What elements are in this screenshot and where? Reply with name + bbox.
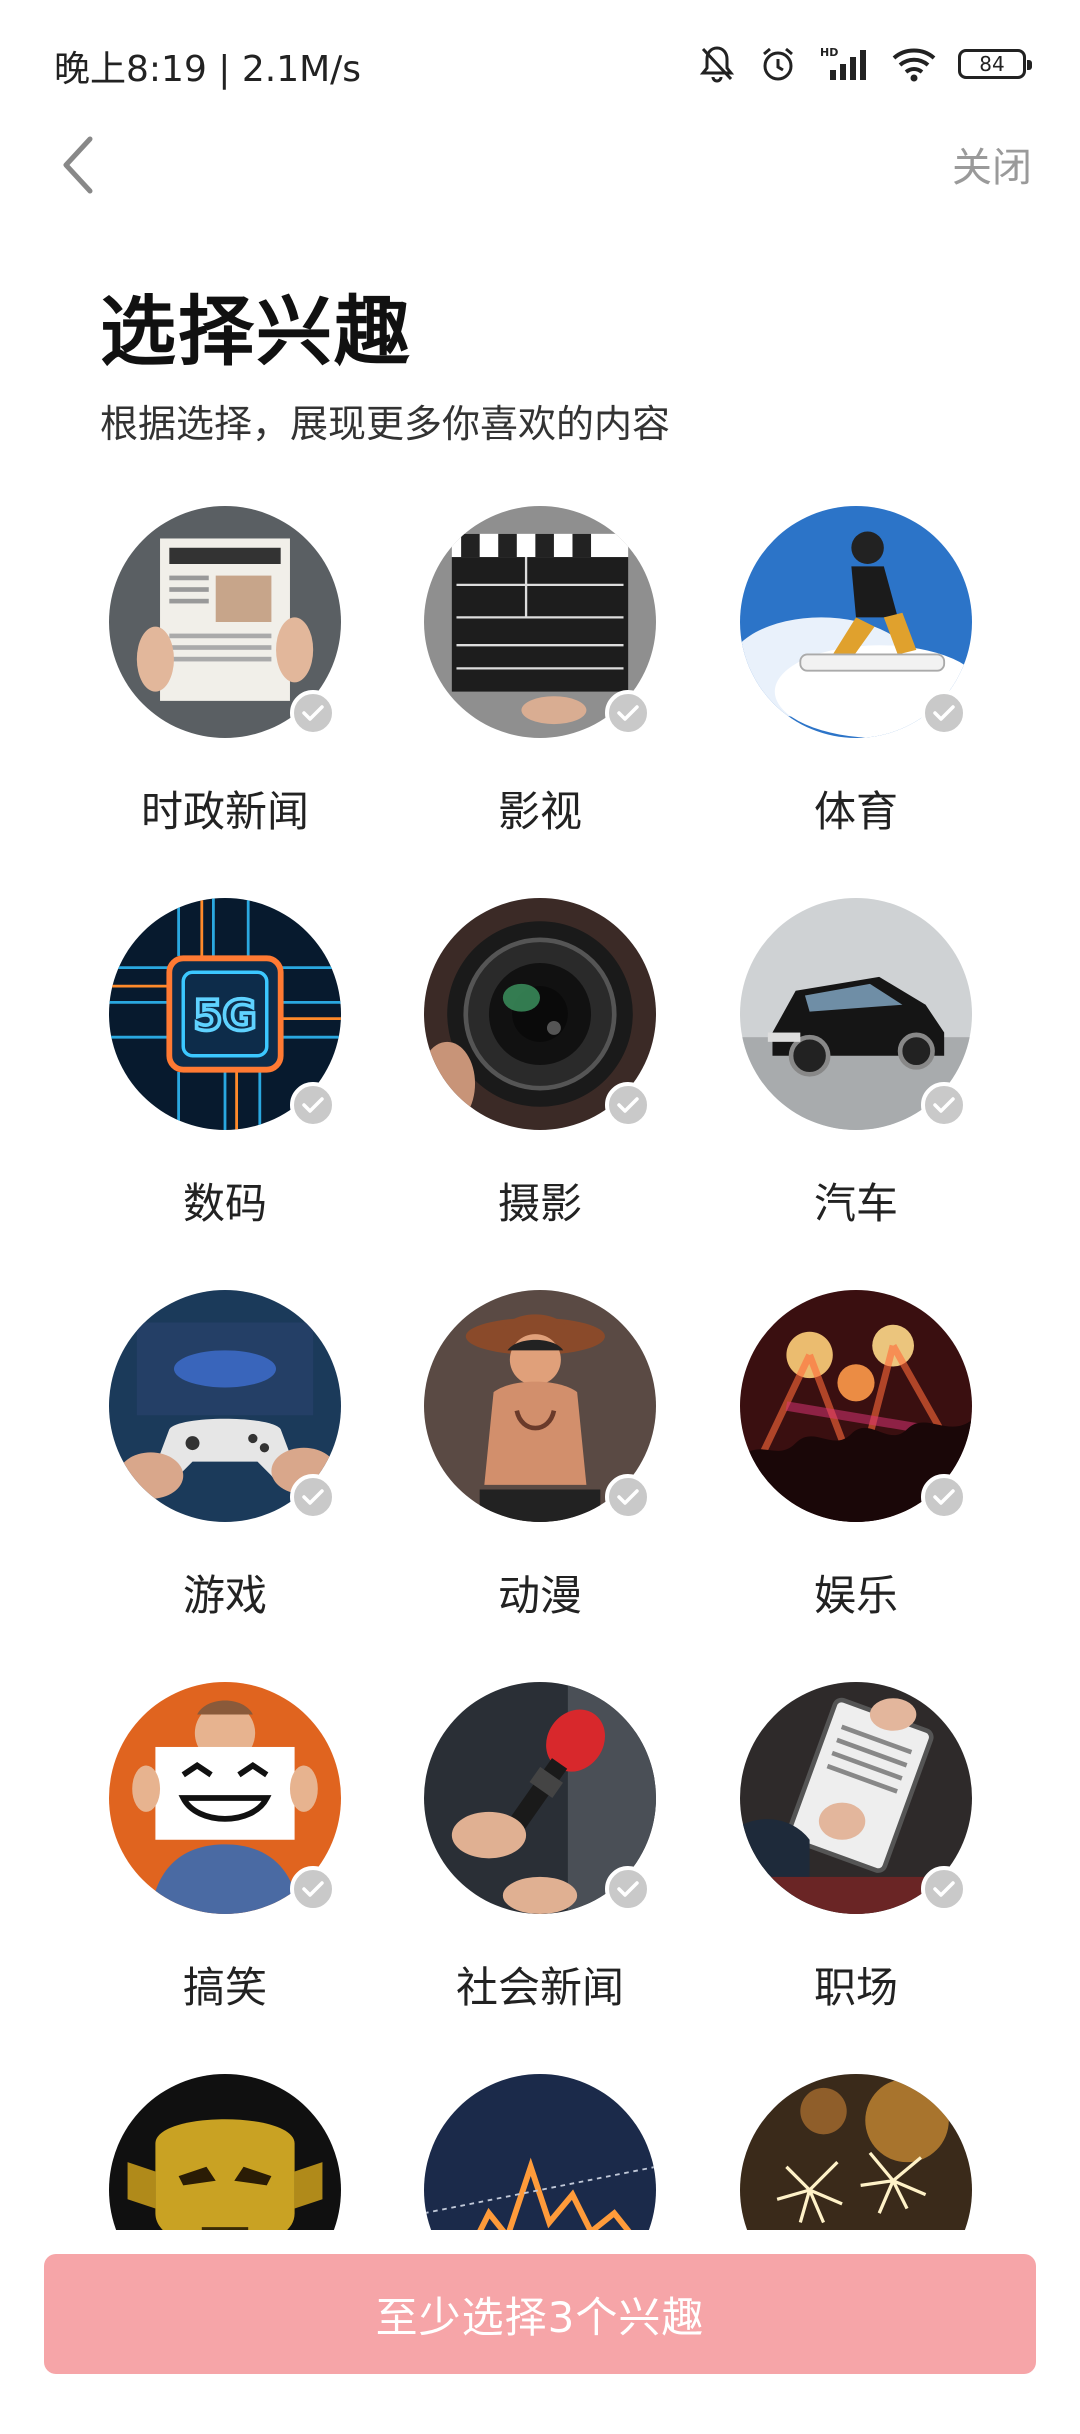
checkmark-icon bbox=[921, 1474, 967, 1520]
interest-item-entertainment[interactable]: 娱乐 bbox=[735, 1290, 995, 1650]
page-subtitle: 根据选择，展现更多你喜欢的内容 bbox=[100, 402, 671, 446]
interest-label: 娱乐 bbox=[813, 1571, 898, 1620]
alarm-icon bbox=[758, 44, 798, 84]
interest-item-games[interactable]: 游戏 bbox=[104, 1290, 364, 1650]
back-button[interactable] bbox=[48, 130, 108, 200]
interest-label: 体育 bbox=[813, 787, 898, 836]
interest-item-film[interactable]: 影视 bbox=[419, 506, 679, 866]
page-title: 选择兴趣 bbox=[100, 287, 412, 376]
battery-icon: 84 bbox=[958, 49, 1032, 79]
checkmark-icon bbox=[605, 1866, 651, 1912]
interest-label: 汽车 bbox=[813, 1179, 898, 1228]
wifi-icon bbox=[892, 46, 936, 82]
svg-text:5G: 5G bbox=[193, 991, 256, 1040]
checkmark-icon bbox=[605, 1474, 651, 1520]
interest-label: 搞笑 bbox=[182, 1963, 267, 2012]
interest-label: 摄影 bbox=[497, 1179, 582, 1228]
svg-text:HD: HD bbox=[820, 46, 838, 59]
checkmark-icon bbox=[605, 690, 651, 736]
mute-bell-icon bbox=[698, 44, 736, 84]
checkmark-icon bbox=[605, 1082, 651, 1128]
interest-item-digital[interactable]: 5G 数码 bbox=[104, 898, 364, 1258]
checkmark-icon bbox=[921, 690, 967, 736]
checkmark-icon bbox=[290, 1082, 336, 1128]
checkmark-icon bbox=[290, 1866, 336, 1912]
hd-signal-icon: HD bbox=[820, 44, 870, 84]
checkmark-icon bbox=[290, 690, 336, 736]
interest-label: 影视 bbox=[497, 787, 582, 836]
status-icons: HD 84 bbox=[698, 40, 1032, 88]
interest-item-politics[interactable]: 时政新闻 bbox=[104, 506, 364, 866]
status-time: 晚上8:19 | 2.1M/s bbox=[54, 49, 362, 90]
interest-label: 数码 bbox=[182, 1179, 267, 1228]
interest-label: 动漫 bbox=[497, 1571, 582, 1620]
chevron-left-icon bbox=[63, 136, 93, 194]
interest-item-funny[interactable]: 搞笑 bbox=[104, 1682, 364, 2042]
interest-item-anime[interactable]: 动漫 bbox=[419, 1290, 679, 1650]
select-interests-button[interactable]: 至少选择3个兴趣 bbox=[44, 2254, 1036, 2374]
interest-item-sports[interactable]: 体育 bbox=[735, 506, 995, 866]
interest-label: 游戏 bbox=[182, 1571, 267, 1620]
interest-item-society[interactable]: 社会新闻 bbox=[419, 1682, 679, 2042]
status-bar: 晚上8:19 | 2.1M/s HD 84 bbox=[0, 0, 1080, 120]
interest-item-workplace[interactable]: 职场 bbox=[735, 1682, 995, 2042]
interest-item-cars[interactable]: 汽车 bbox=[735, 898, 995, 1258]
close-button[interactable]: 关闭 bbox=[952, 135, 1032, 193]
interest-item-photography[interactable]: 摄影 bbox=[419, 898, 679, 1258]
interest-label: 时政新闻 bbox=[140, 787, 309, 836]
checkmark-icon bbox=[290, 1474, 336, 1520]
interest-label: 社会新闻 bbox=[455, 1963, 624, 2012]
checkmark-icon bbox=[921, 1082, 967, 1128]
checkmark-icon bbox=[921, 1866, 967, 1912]
interest-label: 职场 bbox=[813, 1963, 898, 2012]
